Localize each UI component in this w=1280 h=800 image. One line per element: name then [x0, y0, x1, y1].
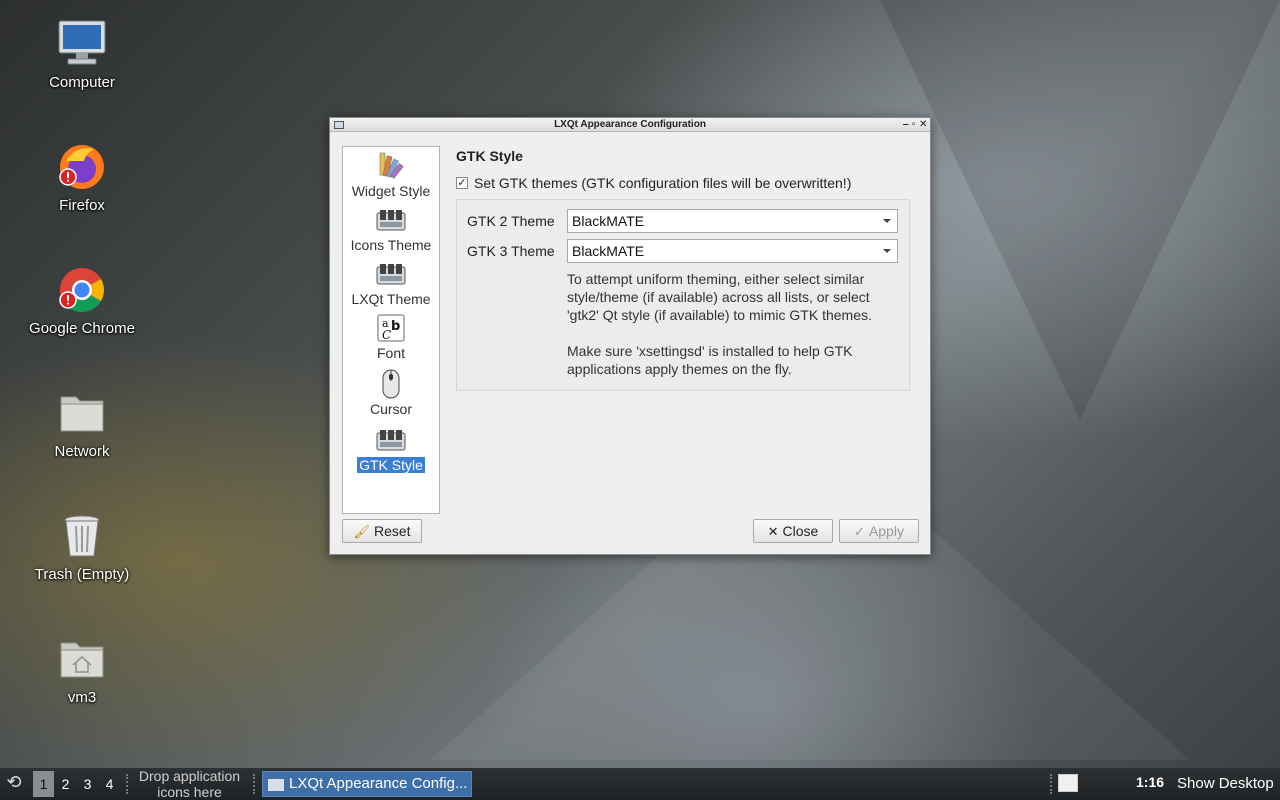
- sidebar-item-label: GTK Style: [357, 457, 425, 473]
- desktop-icon-label: vm3: [67, 689, 97, 706]
- font-icon: a b C: [376, 313, 406, 343]
- reset-label: Reset: [373, 523, 411, 539]
- gtk-style-panel: GTK Style ✓ Set GTK themes (GTK configur…: [456, 148, 912, 391]
- svg-text:b: b: [391, 319, 400, 334]
- sidebar-item-widget-style[interactable]: Widget Style: [343, 151, 439, 199]
- gtk3-theme-select[interactable]: BlackMATE: [567, 239, 898, 263]
- sidebar-item-label: Icons Theme: [350, 237, 432, 253]
- workspace-2-button[interactable]: 2: [55, 771, 76, 797]
- theme-icon: [376, 425, 406, 455]
- palette-icon: [376, 151, 406, 181]
- theming-hint: To attempt uniform theming, either selec…: [567, 271, 872, 323]
- desktop-icon-computer[interactable]: Computer: [12, 18, 152, 91]
- set-gtk-themes-option[interactable]: ✓ Set GTK themes (GTK configuration file…: [456, 175, 912, 191]
- chevron-down-icon: [883, 249, 891, 253]
- desktop-icon-label: Firefox: [59, 197, 105, 214]
- gtk2-theme-label: GTK 2 Theme: [467, 213, 555, 229]
- firefox-icon: [56, 141, 108, 193]
- sidebar-item-gtk-style[interactable]: GTK Style: [343, 425, 439, 473]
- desktop-icon-home[interactable]: vm3: [12, 633, 152, 706]
- workspace-1-button[interactable]: 1: [33, 771, 54, 797]
- category-sidebar: Widget Style Icons Theme LXQt Theme a b …: [342, 146, 440, 514]
- gtk3-theme-label: GTK 3 Theme: [467, 243, 555, 259]
- xsettingsd-hint: Make sure 'xsettingsd' is installed to h…: [567, 343, 853, 377]
- sidebar-item-lxqt-theme[interactable]: LXQt Theme: [343, 259, 439, 307]
- task-label: LXQt Appearance Config...: [289, 775, 468, 792]
- window-titlebar[interactable]: LXQt Appearance Configuration ‒▫✕: [330, 118, 930, 132]
- mouse-icon: [376, 369, 406, 399]
- desktop-icon-label: Computer: [49, 74, 115, 91]
- desktop-icon-label: Network: [54, 443, 110, 460]
- workspace-3-button[interactable]: 3: [77, 771, 98, 797]
- gtk2-theme-value: BlackMATE: [572, 213, 645, 229]
- theme-icon: [376, 259, 406, 289]
- keyboard-layout-tray-icon[interactable]: [1058, 774, 1078, 792]
- sidebar-item-label: Font: [376, 345, 405, 361]
- lxqt-logo-icon: ⟲: [6, 772, 22, 792]
- sidebar-item-label: Cursor: [369, 401, 412, 417]
- sidebar-item-icons-theme[interactable]: Icons Theme: [343, 205, 439, 253]
- taskbar-separator: [1050, 774, 1052, 794]
- checkmark-icon: ✓: [854, 524, 865, 539]
- desktop-icon-trash[interactable]: Trash (Empty): [12, 510, 152, 583]
- gtk3-theme-value: BlackMATE: [572, 243, 645, 259]
- sidebar-item-label: LXQt Theme: [351, 291, 431, 307]
- apply-label: Apply: [868, 523, 904, 539]
- home-folder-icon: [56, 633, 108, 685]
- chrome-icon: [56, 264, 108, 316]
- sidebar-item-font[interactable]: a b C Font: [343, 313, 439, 361]
- close-label: Close: [782, 523, 819, 539]
- window-icon: [334, 121, 344, 129]
- main-menu-button[interactable]: ⟲: [3, 772, 25, 796]
- set-gtk-themes-checkbox[interactable]: ✓: [456, 177, 468, 189]
- folder-icon: [56, 387, 108, 439]
- close-button[interactable]: ✕ Close: [753, 519, 833, 543]
- chevron-down-icon: [883, 219, 891, 223]
- apply-button[interactable]: ✓ Apply: [839, 519, 919, 543]
- taskbar-separator: [253, 774, 255, 794]
- appearance-config-window: LXQt Appearance Configuration ‒▫✕ Widget…: [329, 117, 931, 555]
- computer-icon: [56, 18, 108, 70]
- checkbox-label: Set GTK themes (GTK configuration files …: [474, 175, 852, 191]
- quicklaunch-hint-line1: Drop application: [138, 768, 241, 784]
- close-window-button[interactable]: ✕: [919, 118, 927, 131]
- desktop-icon-firefox[interactable]: Firefox: [12, 141, 152, 214]
- desktop-icon-label: Google Chrome: [29, 320, 135, 337]
- reset-button[interactable]: 🖌 Reset: [342, 519, 422, 543]
- gtk-theme-group: GTK 2 Theme BlackMATE GTK 3 Theme BlackM…: [456, 199, 910, 391]
- theme-icon: [376, 205, 406, 235]
- taskbar-separator: [126, 774, 128, 794]
- panel-heading: GTK Style: [456, 148, 523, 164]
- workspace-4-button[interactable]: 4: [99, 771, 120, 797]
- svg-text:C: C: [382, 328, 391, 342]
- clock[interactable]: 1:16: [1136, 774, 1164, 790]
- desktop-icon-network[interactable]: Network: [12, 387, 152, 460]
- desktop-icon-chrome[interactable]: Google Chrome: [12, 264, 152, 337]
- minimize-button[interactable]: ‒: [903, 118, 911, 131]
- trash-icon: [56, 510, 108, 562]
- quicklaunch-hint-line2: icons here: [157, 784, 222, 800]
- desktop-icon-label: Trash (Empty): [34, 566, 130, 583]
- broom-icon: 🖌: [353, 524, 370, 539]
- gtk2-theme-select[interactable]: BlackMATE: [567, 209, 898, 233]
- task-button-appearance-config[interactable]: LXQt Appearance Config...: [262, 771, 472, 797]
- quicklaunch-area[interactable]: Drop application icons here: [132, 768, 247, 800]
- maximize-button[interactable]: ▫: [911, 118, 919, 131]
- taskbar: ⟲ 1 2 3 4 Drop application icons here LX…: [0, 768, 1280, 800]
- window-title: LXQt Appearance Configuration: [554, 119, 706, 130]
- close-icon: ✕: [767, 524, 779, 539]
- show-desktop-button[interactable]: Show Desktop: [1177, 775, 1274, 792]
- sidebar-item-cursor[interactable]: Cursor: [343, 369, 439, 417]
- window-icon: [268, 779, 284, 791]
- sidebar-item-label: Widget Style: [351, 183, 431, 199]
